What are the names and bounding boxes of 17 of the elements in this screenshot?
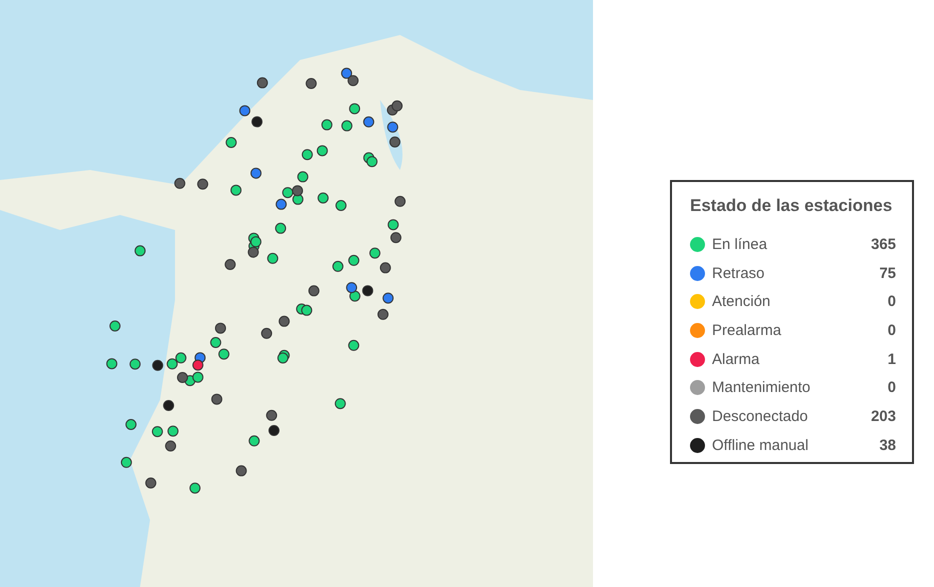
status-label: En línea xyxy=(712,236,768,253)
status-count: 0 xyxy=(888,293,896,310)
status-label: Retraso xyxy=(712,264,766,282)
status-count: 75 xyxy=(879,264,896,282)
status-count: 0 xyxy=(888,379,896,396)
status-label: Alarma xyxy=(712,350,761,368)
status-count: 203 xyxy=(870,408,896,425)
status-label: Prealarma xyxy=(712,322,782,339)
status-count: 1 xyxy=(888,350,896,368)
legend-title: Estado de las estaciones xyxy=(690,196,894,216)
status-count: 365 xyxy=(870,236,896,253)
status-label: Offline manual xyxy=(712,436,810,454)
status-label: Mantenimiento xyxy=(712,379,812,396)
status-count: 38 xyxy=(879,436,896,454)
status-label: Atención xyxy=(712,293,772,310)
status-count: 0 xyxy=(888,322,896,339)
status-label: Desconectado xyxy=(712,408,809,425)
